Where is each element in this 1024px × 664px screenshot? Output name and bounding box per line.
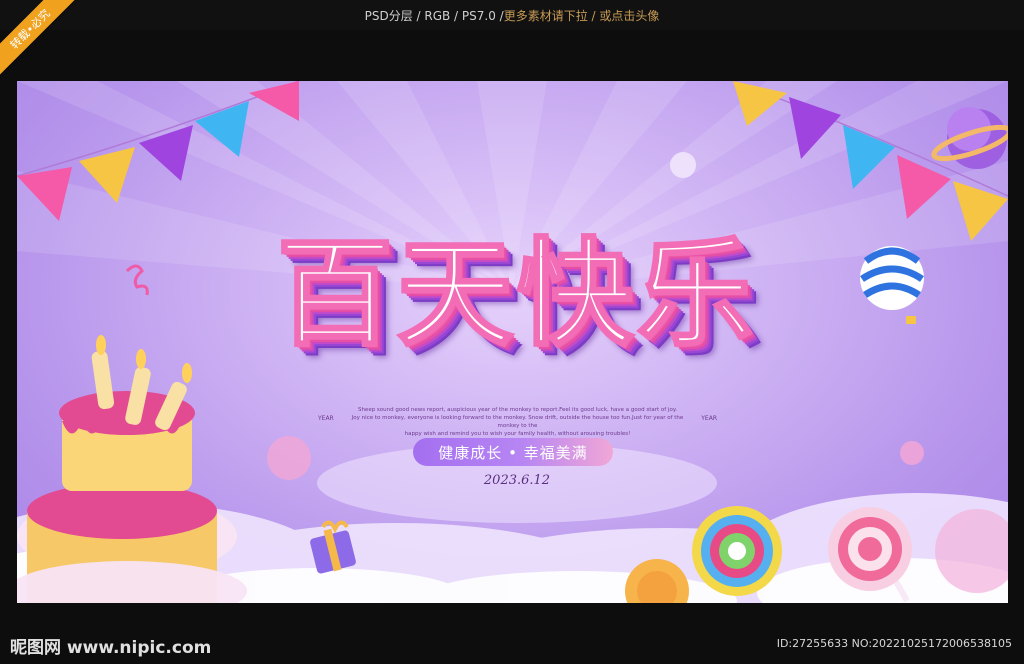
bubble-icon xyxy=(670,152,696,178)
english-line-3: happy wish and remind you to wish your f… xyxy=(404,431,631,437)
pink-ball-small-icon xyxy=(900,441,924,465)
english-line-1: Sheep sound good news report, auspicious… xyxy=(357,407,678,413)
hot-air-balloon-icon xyxy=(860,246,924,324)
planet-icon xyxy=(931,107,1008,169)
topbar-highlight-text: 更多素材请下拉 / 或点击头像 xyxy=(503,8,660,23)
main-title: 百天快乐 xyxy=(276,225,757,364)
nipic-logo-text: 昵图网 www.nipic.com xyxy=(10,638,212,658)
top-info-bar: PSD分层 / RGB / PS7.0 / 更多素材请下拉 / 或点击头像 xyxy=(0,0,1024,30)
gift-box-icon xyxy=(310,520,356,574)
pink-ball-large-icon xyxy=(935,509,1008,593)
topbar-main-text: PSD分层 / RGB / PS7.0 / xyxy=(364,8,504,23)
slogan-pill: 健康成长 • 幸福美满 xyxy=(413,438,613,466)
footer-logo[interactable]: 昵图网 www.nipic.com xyxy=(10,633,211,658)
english-line-2: Joy nice to monkey, everyone is looking … xyxy=(351,415,684,429)
footer-id: ID:27255633 NO:20221025172006538105 xyxy=(776,637,1012,650)
english-text-block: Sheep sound good news report, auspicious… xyxy=(318,406,717,438)
lollipop-pink-icon xyxy=(828,507,912,603)
birthday-cake-icon xyxy=(17,335,247,603)
swirl-icon xyxy=(125,264,149,296)
poster-banner: 百天快乐 Sheep sound good news report, auspi… xyxy=(17,81,1008,603)
pink-ball-icon xyxy=(267,436,311,480)
lollipop-rainbow-icon xyxy=(692,506,782,596)
english-side-right: YEAR xyxy=(701,415,717,422)
english-side-left: YEAR xyxy=(318,415,334,422)
event-date: 2023.6.12 xyxy=(483,473,551,488)
orange-candy-icon xyxy=(625,559,689,603)
